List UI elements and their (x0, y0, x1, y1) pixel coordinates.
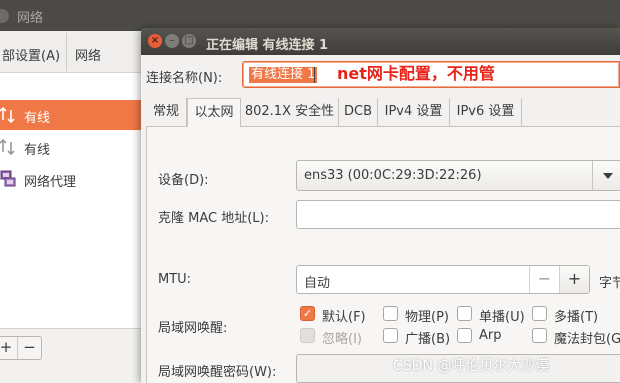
add-remove-group: + − (0, 336, 42, 360)
tab-8021x-security[interactable]: 802.1X 安全性 (241, 98, 339, 127)
checkbox-label: 单播(U) (479, 310, 525, 325)
checkbox-box (457, 328, 472, 343)
wired-network-icon (0, 106, 15, 124)
device-label: 设备(D): (158, 173, 209, 188)
toolbar-settings-button[interactable]: 部设置(A) (2, 45, 60, 64)
minimize-icon[interactable]: – (165, 34, 179, 48)
device-dropdown-button[interactable] (592, 161, 620, 190)
checkbox-box (383, 328, 398, 343)
toolbar-separator (66, 33, 67, 71)
wired-network-icon (0, 138, 15, 156)
sidebar-item-wired-2[interactable]: 有线 (0, 132, 150, 162)
dialog-title: 正在编辑 有线连接 1 (206, 38, 329, 53)
checkbox-box (457, 306, 472, 321)
clone-mac-input[interactable] (296, 200, 620, 229)
watermark: CSDN @呼伦贝尔大沙漠 (393, 358, 550, 374)
tab-general[interactable]: 常规 (146, 98, 187, 127)
sidebar-item-label: 有线 (24, 143, 51, 158)
sidebar-item-proxy[interactable]: 网络代理 (0, 164, 150, 194)
edit-connection-dialog: × – □ 正在编辑 有线连接 1 连接名称(N): 有线连接 1 net网卡配… (141, 28, 620, 383)
mtu-unit-label: 字节 (599, 276, 620, 291)
annotation-text: net网卡配置，不用管 (337, 64, 495, 83)
background-toolbar: 部设置(A) 网络 (0, 31, 150, 73)
sidebar-item-label: 有线 (24, 111, 51, 126)
clone-mac-label: 克隆 MAC 地址(L): (158, 211, 269, 226)
checkbox-label: 物理(P) (405, 310, 449, 325)
remove-connection-button[interactable]: − (18, 337, 41, 359)
mtu-decrement-button[interactable]: − (529, 266, 559, 293)
checkbox-label: 忽略(I) (322, 332, 362, 347)
sidebar-item-label: 网络代理 (24, 175, 77, 190)
checkbox-box (532, 306, 547, 321)
tab-ipv6[interactable]: IPv6 设置 (450, 98, 522, 127)
mtu-value: 自动 (304, 276, 331, 291)
checkbox-box (532, 328, 547, 343)
tab-ethernet[interactable]: 以太网 (187, 98, 241, 128)
sidebar-item-wired-1[interactable]: 有线 (0, 100, 150, 130)
mtu-label: MTU: (158, 272, 192, 287)
background-window-title: 网络 (17, 11, 44, 26)
network-proxy-icon (0, 170, 16, 187)
toolbar-network-button[interactable]: 网络 (75, 45, 101, 64)
checkbox-label: 多播(T) (554, 310, 599, 325)
checkbox-box (300, 328, 315, 343)
background-window-titlebar: 网络 (0, 0, 620, 31)
close-icon[interactable]: × (148, 34, 162, 48)
mtu-spinbox[interactable]: 自动 − + (296, 265, 590, 294)
connection-name-label: 连接名称(N): (146, 71, 223, 86)
sidebar-bottom-bar: + − (0, 328, 150, 383)
checkbox-label: Arp (479, 328, 502, 343)
maximize-icon[interactable]: □ (182, 34, 196, 48)
network-sidebar: 有线 有线 网络代理 (0, 73, 150, 328)
chevron-down-icon (603, 173, 613, 179)
close-icon[interactable] (0, 9, 9, 23)
checkbox-label: 魔法封包(G) (554, 332, 620, 347)
dialog-titlebar: × – □ 正在编辑 有线连接 1 (141, 28, 620, 55)
checkbox-label: 默认(F) (322, 310, 366, 325)
tab-ipv4[interactable]: IPv4 设置 (378, 98, 450, 127)
check-icon: ✓ (300, 306, 315, 321)
checkbox-box (383, 306, 398, 321)
connection-name-value: 有线连接 1 (249, 67, 318, 83)
ethernet-settings-panel: 设备(D): ens33 (00:0C:29:3D:22:26) 克隆 MAC … (146, 127, 620, 383)
mtu-increment-button[interactable]: + (559, 266, 589, 293)
tab-dcb[interactable]: DCB (339, 98, 378, 127)
wake-on-lan-label: 局域网唤醒: (158, 321, 228, 336)
wol-password-label: 局域网唤醒密码(W): (158, 365, 277, 380)
text-caret (314, 67, 315, 83)
checkbox-label: 广播(B) (405, 332, 451, 347)
add-connection-button[interactable]: + (0, 337, 18, 359)
device-combobox[interactable]: ens33 (00:0C:29:3D:22:26) (296, 160, 620, 191)
device-value: ens33 (00:0C:29:3D:22:26) (304, 168, 482, 183)
tab-bar: 常规 以太网 802.1X 安全性 DCB IPv4 设置 IPv6 设置 (146, 98, 620, 128)
